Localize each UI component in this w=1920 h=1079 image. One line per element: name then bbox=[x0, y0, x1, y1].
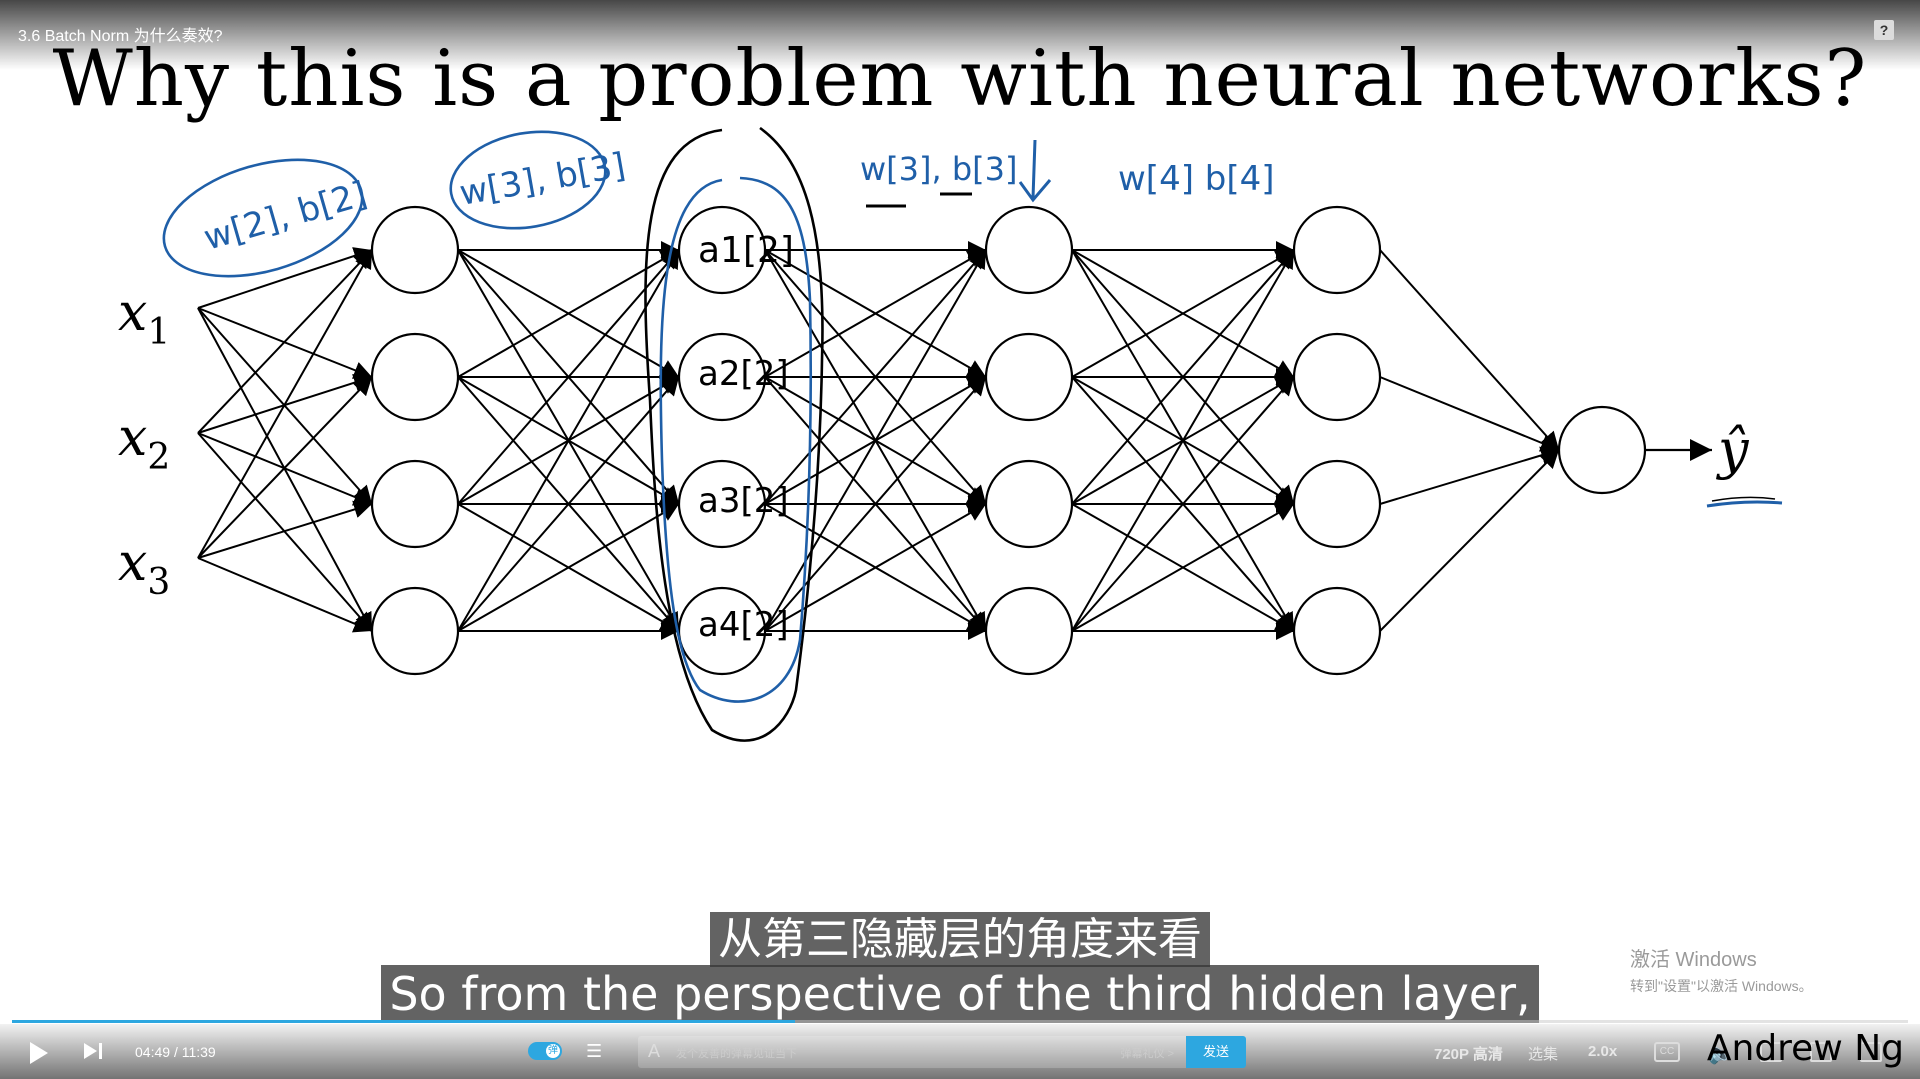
note-w4-b4: w[4] b[4] bbox=[1118, 159, 1275, 199]
danmaku-placeholder: 发个友善的弹幕见证当下 bbox=[676, 1048, 797, 1060]
neuron-l3-3 bbox=[984, 459, 1074, 549]
edge-input-2-3 bbox=[197, 557, 373, 633]
danmaku-input[interactable]: A 发个友善的弹幕见证当下 弹幕礼仪 > bbox=[638, 1036, 1186, 1068]
danmaku-toggle[interactable]: 弹 bbox=[528, 1042, 562, 1060]
note-w3-b3-right: w[3], b[3] bbox=[860, 150, 1017, 188]
episodes-button[interactable]: 选集 bbox=[1528, 1043, 1558, 1064]
neuron-l3-2 bbox=[984, 332, 1074, 422]
send-button[interactable]: 发送 bbox=[1186, 1036, 1246, 1068]
neuron-l3-1 bbox=[984, 205, 1074, 295]
subtitle-cc-icon[interactable]: CC bbox=[1654, 1042, 1680, 1062]
input-label-x3: x3 bbox=[118, 533, 170, 603]
current-time: 04:49 bbox=[135, 1044, 171, 1060]
edge-output-0 bbox=[1379, 249, 1560, 451]
danmaku-settings-icon[interactable]: ☰ bbox=[586, 1041, 602, 1062]
input-labels: x1 x2 x3 bbox=[118, 283, 170, 603]
progress-fill bbox=[12, 1020, 796, 1023]
neuron-l4-1 bbox=[1292, 205, 1382, 295]
neuron-l1-1 bbox=[370, 205, 460, 295]
neuron-l4-4 bbox=[1292, 586, 1382, 676]
duration: 11:39 bbox=[181, 1044, 216, 1060]
connection-lines bbox=[197, 241, 1560, 640]
input-label-x1: x1 bbox=[118, 283, 170, 353]
danmaku-etiquette-link[interactable]: 弹幕礼仪 > bbox=[1121, 1045, 1174, 1061]
danmaku-toggle-label: 弹 bbox=[546, 1044, 560, 1058]
edge-output-1 bbox=[1379, 376, 1560, 452]
player-controls: 04:49 / 11:39 弹 ☰ A 发个友善的弹幕见证当下 弹幕礼仪 > 发… bbox=[0, 1024, 1920, 1079]
output-underline bbox=[1706, 500, 1783, 508]
watermark-line2: 转到"设置"以激活 Windows。 bbox=[1630, 978, 1813, 994]
note-w2-b2: w[2], b[2] bbox=[199, 174, 371, 259]
down-arrow-annotation bbox=[1018, 139, 1052, 203]
slide-author: Andrew Ng bbox=[1706, 1028, 1904, 1069]
play-icon[interactable] bbox=[30, 1042, 48, 1064]
neuron-l1-4 bbox=[370, 586, 460, 676]
input-label-x2: x2 bbox=[118, 408, 170, 478]
neuron-output bbox=[1557, 405, 1647, 495]
node-label-a3: a3[2] bbox=[698, 481, 789, 521]
progress-bar[interactable] bbox=[12, 1020, 1908, 1023]
watermark-line1: 激活 Windows bbox=[1630, 949, 1757, 971]
neuron-l4-2 bbox=[1292, 332, 1382, 422]
time-separator: / bbox=[173, 1044, 178, 1060]
video-frame[interactable]: 3.6 Batch Norm 为什么奏效? ? Why this is a pr… bbox=[0, 0, 1920, 1079]
edge-input-0-0 bbox=[197, 247, 373, 309]
windows-activation-watermark: 激活 Windows 转到"设置"以激活 Windows。 bbox=[1630, 943, 1813, 996]
text-style-icon[interactable]: A bbox=[648, 1041, 660, 1062]
speed-selector[interactable]: 2.0x bbox=[1588, 1043, 1617, 1060]
note-w3-b3: w[3], b[3] bbox=[457, 145, 629, 213]
node-label-a4: a4[2] bbox=[698, 605, 789, 645]
next-icon[interactable] bbox=[84, 1043, 97, 1059]
next-icon-bar bbox=[99, 1043, 102, 1059]
node-label-a1: a1[2] bbox=[698, 230, 794, 271]
neuron-nodes bbox=[370, 205, 1647, 676]
output-label: ŷ bbox=[1716, 418, 1750, 481]
neuron-l1-3 bbox=[370, 459, 460, 549]
quality-selector[interactable]: 720P 高清 bbox=[1434, 1043, 1503, 1064]
neuron-l1-2 bbox=[370, 332, 460, 422]
neuron-l3-4 bbox=[984, 586, 1074, 676]
time-display: 04:49 / 11:39 bbox=[135, 1044, 216, 1060]
neuron-l4-3 bbox=[1292, 459, 1382, 549]
node-label-a2: a2[2] bbox=[698, 354, 789, 394]
